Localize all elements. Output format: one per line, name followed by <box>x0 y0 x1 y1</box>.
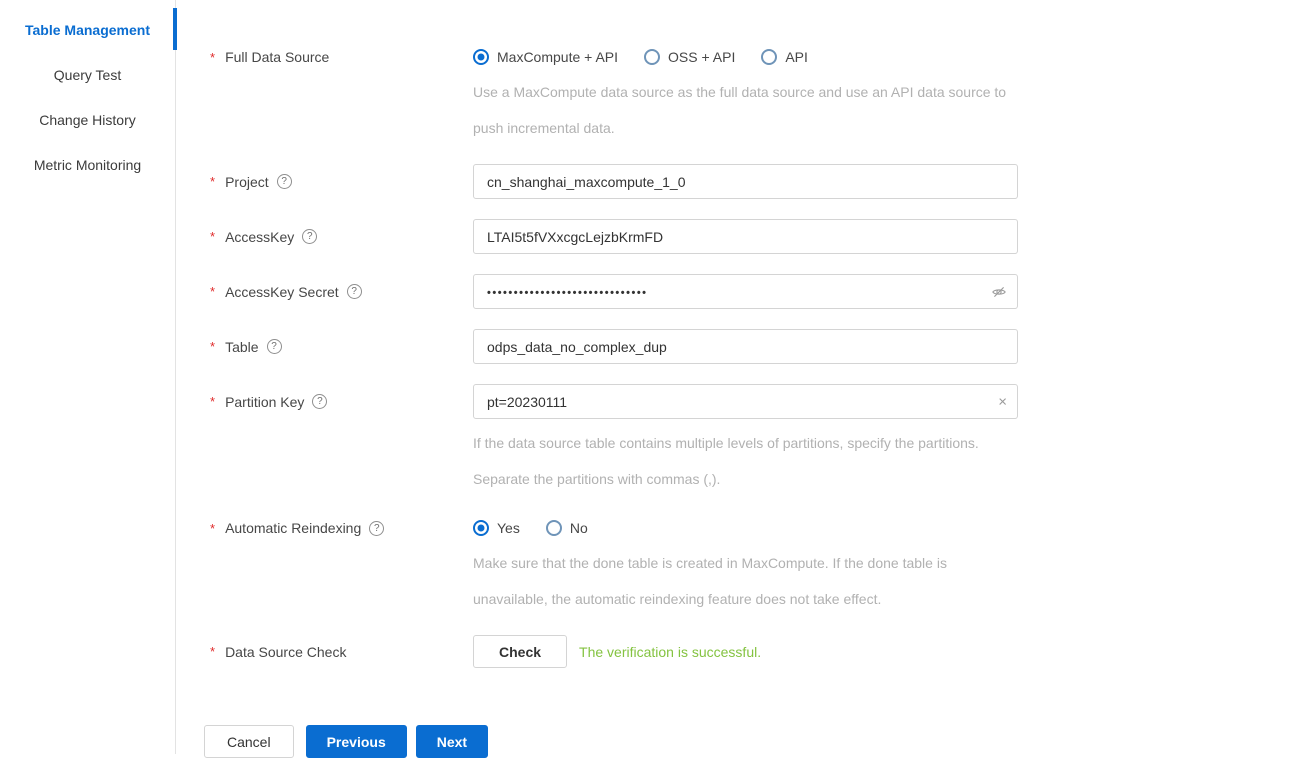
sidebar-item-table-management[interactable]: Table Management <box>0 8 175 53</box>
sidebar: Table Management Query Test Change Histo… <box>0 0 176 754</box>
cancel-button[interactable]: Cancel <box>204 725 294 758</box>
project-input[interactable] <box>473 164 1018 199</box>
project-label: * Project ? <box>177 164 473 199</box>
accesskey-secret-label: * AccessKey Secret ? <box>177 274 473 309</box>
radio-icon[interactable] <box>473 520 489 536</box>
radio-icon[interactable] <box>644 49 660 65</box>
help-icon[interactable]: ? <box>267 339 282 354</box>
radio-icon[interactable] <box>546 520 562 536</box>
required-asterisk: * <box>210 174 215 189</box>
partition-key-help: If the data source table contains multip… <box>473 425 1025 497</box>
sidebar-active-indicator <box>173 8 177 50</box>
accesskey-label: * AccessKey ? <box>177 219 473 254</box>
field-data-source-check: * Data Source Check Check The verificati… <box>177 635 1300 668</box>
radio-option-no[interactable]: No <box>546 520 588 536</box>
clear-input-icon[interactable]: × <box>998 394 1007 409</box>
help-icon[interactable]: ? <box>277 174 292 189</box>
required-asterisk: * <box>210 521 215 536</box>
help-icon[interactable]: ? <box>369 521 384 536</box>
help-icon[interactable]: ? <box>347 284 362 299</box>
previous-button[interactable]: Previous <box>306 725 407 758</box>
radio-option-yes[interactable]: Yes <box>473 520 520 536</box>
partition-key-label: * Partition Key ? <box>177 384 473 419</box>
field-full-data-source: * Full Data Source MaxCompute + API OSS … <box>177 46 1300 146</box>
field-accesskey: * AccessKey ? <box>177 219 1300 254</box>
data-source-check-label: * Data Source Check <box>177 635 473 668</box>
required-asterisk: * <box>210 284 215 299</box>
radio-option-api[interactable]: API <box>761 49 808 65</box>
field-partition-key: * Partition Key ? × If the data source t… <box>177 384 1300 497</box>
required-asterisk: * <box>210 394 215 409</box>
sidebar-item-metric-monitoring[interactable]: Metric Monitoring <box>0 143 175 188</box>
radio-option-maxcompute-api[interactable]: MaxCompute + API <box>473 49 618 65</box>
full-data-source-label: * Full Data Source <box>177 46 473 68</box>
automatic-reindexing-radio-group: Yes No <box>473 517 1025 539</box>
field-project: * Project ? <box>177 164 1300 199</box>
field-accesskey-secret: * AccessKey Secret ? <box>177 274 1300 309</box>
help-icon[interactable]: ? <box>302 229 317 244</box>
verification-success-message: The verification is successful. <box>579 644 761 660</box>
check-button[interactable]: Check <box>473 635 567 668</box>
field-automatic-reindexing: * Automatic Reindexing ? Yes No Make sur… <box>177 517 1300 617</box>
radio-icon[interactable] <box>761 49 777 65</box>
table-label: * Table ? <box>177 329 473 364</box>
accesskey-secret-input[interactable] <box>473 274 1018 309</box>
full-data-source-radio-group: MaxCompute + API OSS + API API <box>473 46 1025 68</box>
table-input[interactable] <box>473 329 1018 364</box>
field-table: * Table ? <box>177 329 1300 364</box>
required-asterisk: * <box>210 229 215 244</box>
accesskey-input[interactable] <box>473 219 1018 254</box>
form-panel: * Full Data Source MaxCompute + API OSS … <box>177 0 1300 754</box>
automatic-reindexing-label: * Automatic Reindexing ? <box>177 517 473 539</box>
full-data-source-help: Use a MaxCompute data source as the full… <box>473 74 1025 146</box>
required-asterisk: * <box>210 644 215 659</box>
required-asterisk: * <box>210 50 215 65</box>
sidebar-nav: Table Management Query Test Change Histo… <box>0 0 175 188</box>
partition-key-input[interactable] <box>473 384 1018 419</box>
sidebar-item-query-test[interactable]: Query Test <box>0 53 175 98</box>
sidebar-item-change-history[interactable]: Change History <box>0 98 175 143</box>
radio-icon[interactable] <box>473 49 489 65</box>
radio-option-oss-api[interactable]: OSS + API <box>644 49 735 65</box>
automatic-reindexing-help: Make sure that the done table is created… <box>473 545 1025 617</box>
form-footer: Cancel Previous Next <box>177 725 1300 758</box>
next-button[interactable]: Next <box>416 725 488 758</box>
help-icon[interactable]: ? <box>312 394 327 409</box>
required-asterisk: * <box>210 339 215 354</box>
eye-slash-icon[interactable] <box>991 284 1007 300</box>
